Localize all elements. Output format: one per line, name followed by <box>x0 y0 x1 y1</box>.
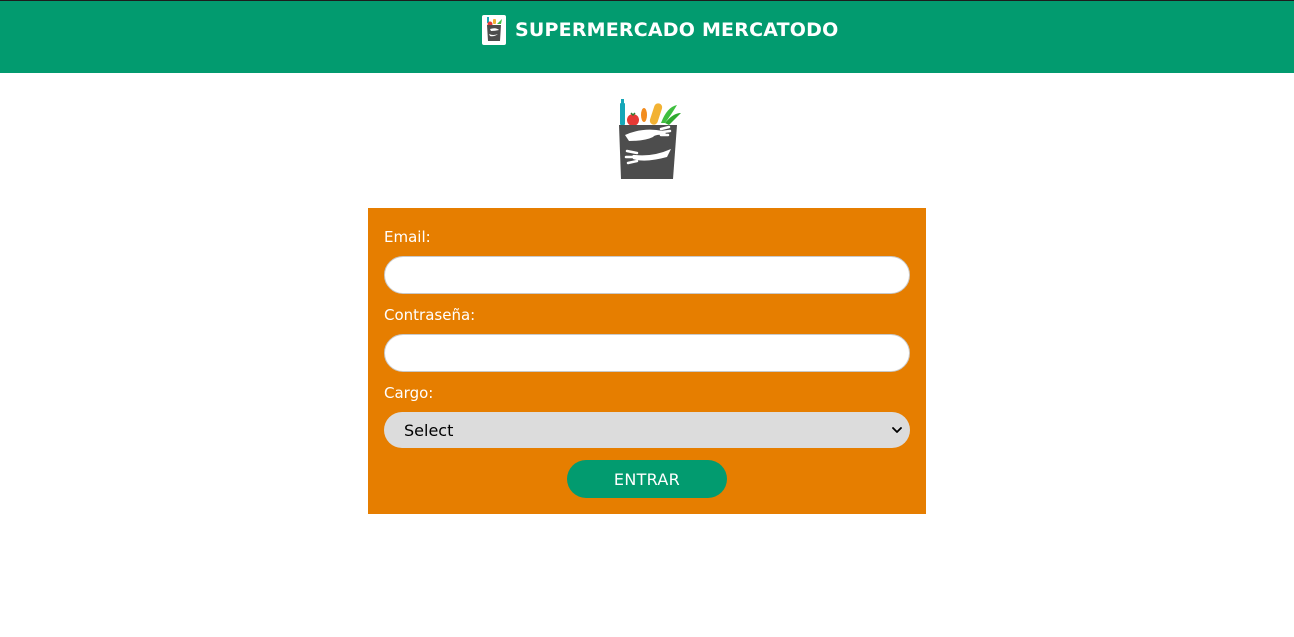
login-button[interactable]: ENTRAR <box>567 460 727 498</box>
chevron-down-icon <box>890 423 904 437</box>
password-label: Contraseña: <box>384 306 476 324</box>
brand: SUPERMERCADO MERCATODO <box>482 15 838 45</box>
password-field[interactable] <box>384 334 910 372</box>
app-title: SUPERMERCADO MERCATODO <box>515 19 839 41</box>
role-select-value: Select <box>404 420 454 440</box>
grocery-bag-logo-icon <box>482 15 506 45</box>
email-label: Email: <box>384 228 431 246</box>
login-form: Email: Contraseña: Cargo: Select ENTRAR <box>368 208 926 514</box>
grocery-bag-logo-icon <box>615 99 683 181</box>
role-label: Cargo: <box>384 384 434 402</box>
top-header-bar: SUPERMERCADO MERCATODO <box>0 0 1294 73</box>
email-field[interactable] <box>384 256 910 294</box>
role-select[interactable]: Select <box>384 412 910 448</box>
